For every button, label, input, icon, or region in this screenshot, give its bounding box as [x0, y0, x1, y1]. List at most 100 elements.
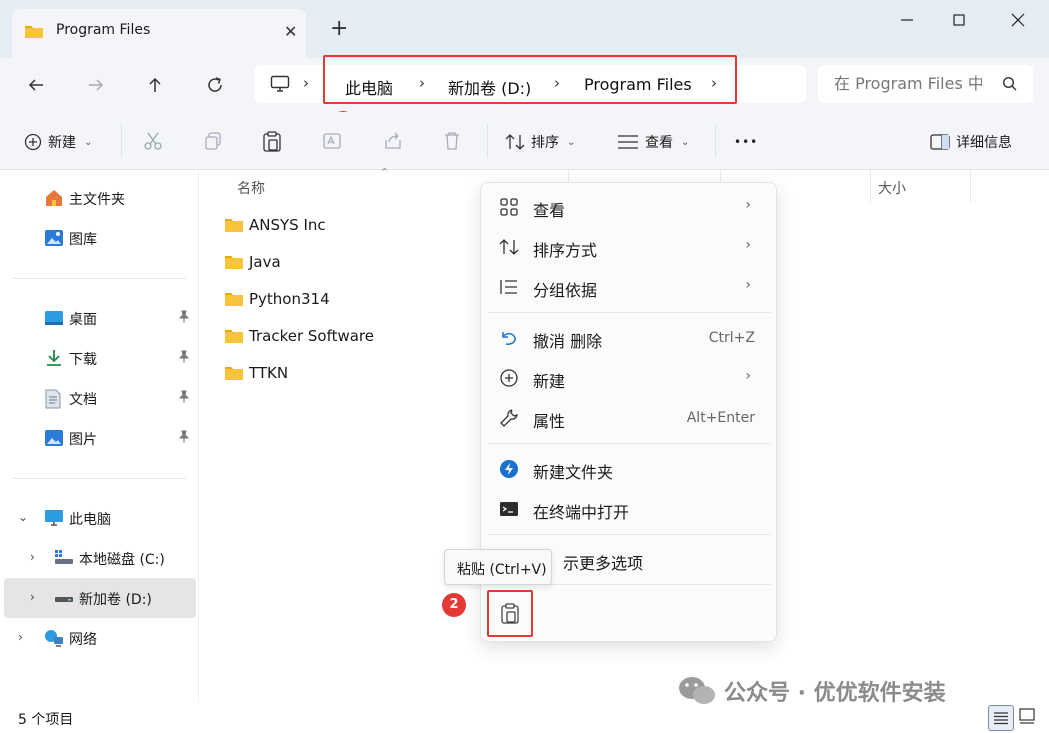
up-button[interactable]	[141, 71, 169, 99]
menu-item-group-by[interactable]: 分组依据 ›	[485, 268, 773, 306]
sidebar-item-label: 图片	[69, 432, 97, 448]
pin-icon[interactable]	[178, 350, 190, 368]
folder-icon	[224, 365, 244, 385]
chevron-right-icon[interactable]: ›	[30, 590, 35, 604]
pin-icon[interactable]	[178, 430, 190, 448]
pin-icon[interactable]	[178, 310, 190, 328]
shortcut-label: Ctrl+Z	[708, 330, 755, 346]
menu-item-new[interactable]: 新建 ›	[485, 359, 773, 397]
terminal-icon	[499, 499, 519, 523]
sidebar-item-network[interactable]: › 网络	[4, 618, 196, 658]
menu-item-label: 查看	[533, 201, 566, 220]
sidebar-item-this-pc[interactable]: ⌄ 此电脑	[4, 498, 196, 538]
sidebar-item-label: 主文件夹	[69, 192, 125, 208]
list-item[interactable]: Tracker Software	[222, 322, 482, 352]
rename-icon[interactable]	[322, 131, 344, 155]
search-input[interactable]	[834, 74, 982, 93]
menu-item-label: 在终端中打开	[533, 503, 630, 522]
menu-item-properties[interactable]: 属性 Alt+Enter	[485, 399, 773, 437]
search-icon[interactable]	[1002, 76, 1018, 96]
chevron-right-icon: ›	[745, 237, 751, 253]
divider	[12, 278, 186, 279]
refresh-button[interactable]	[201, 71, 229, 99]
sidebar-item-drive-d[interactable]: › 新加卷 (D:)	[4, 578, 196, 618]
menu-item-open-terminal[interactable]: 在终端中打开	[485, 490, 773, 528]
pin-icon[interactable]	[178, 390, 190, 408]
divider	[970, 170, 971, 202]
folder-icon	[224, 291, 244, 311]
tiles-view-button[interactable]	[1018, 707, 1036, 729]
close-window-button[interactable]	[998, 8, 1038, 32]
details-pane-button[interactable]: 详细信息	[930, 130, 1012, 154]
sidebar-item-label: 图库	[69, 232, 97, 248]
sort-icon	[499, 237, 519, 261]
menu-item-view[interactable]: 查看 ›	[485, 188, 773, 226]
divider	[715, 124, 716, 158]
sort-button[interactable]: 排序 ⌄	[505, 130, 575, 154]
sidebar-item-documents[interactable]: 文档	[4, 378, 196, 418]
file-name: Python314	[249, 290, 330, 308]
divider	[870, 170, 871, 202]
monitor-icon	[44, 509, 64, 531]
menu-item-label: 排序方式	[533, 241, 598, 260]
view-button[interactable]: 查看 ⌄	[617, 130, 689, 154]
chevron-right-icon[interactable]: ›	[18, 630, 23, 644]
paste-icon[interactable]	[262, 131, 282, 157]
shortcut-label: Alt+Enter	[686, 410, 755, 426]
chevron-right-icon: ›	[745, 197, 751, 213]
paste-button[interactable]	[487, 590, 533, 637]
menu-item-new-folder[interactable]: 新建文件夹	[485, 450, 773, 488]
title-bar: Program Files ✕ +	[0, 0, 1049, 58]
sidebar-item-desktop[interactable]: 桌面	[4, 298, 196, 338]
list-item[interactable]: ANSYS Inc	[222, 211, 482, 241]
chevron-down-icon[interactable]: ⌄	[18, 510, 28, 524]
divider	[487, 534, 771, 535]
tab-title: Program Files	[56, 22, 151, 38]
sidebar-item-gallery[interactable]: 图库	[4, 218, 196, 258]
delete-icon[interactable]	[443, 131, 461, 155]
sidebar-item-label: 本地磁盘 (C:)	[79, 552, 165, 568]
lightning-icon	[499, 459, 519, 483]
new-button[interactable]: 新建 ⌄	[24, 130, 92, 154]
maximize-button[interactable]	[938, 8, 978, 32]
close-tab-icon[interactable]: ✕	[284, 22, 297, 41]
chevron-down-icon: ⌄	[681, 136, 690, 148]
copy-icon[interactable]	[203, 131, 223, 155]
chevron-right-icon[interactable]: ›	[30, 550, 35, 564]
undo-icon	[499, 328, 519, 352]
new-tab-button[interactable]: +	[330, 18, 348, 40]
new-button-label: 新建	[48, 135, 76, 151]
sidebar-item-label: 桌面	[69, 312, 97, 328]
view-button-label: 查看	[645, 135, 673, 151]
grid-icon	[499, 197, 519, 221]
menu-item-undo-delete[interactable]: 撤消 删除 Ctrl+Z	[485, 319, 773, 357]
list-item[interactable]: TTKN	[222, 359, 482, 389]
command-bar: 新建 ⌄ 排序 ⌄ 查看 ⌄ ••• 详细信息	[0, 112, 1049, 170]
item-count: 5 个项目	[18, 712, 74, 728]
tooltip-text: 粘贴 (Ctrl+V)	[457, 562, 547, 578]
list-item[interactable]: Java	[222, 248, 482, 278]
column-header-name[interactable]: 名称	[237, 178, 265, 198]
arrow-up-icon	[149, 77, 161, 92]
list-item[interactable]: Python314	[222, 285, 482, 315]
sidebar-item-pictures[interactable]: 图片	[4, 418, 196, 458]
sidebar-item-downloads[interactable]: 下载	[4, 338, 196, 378]
gallery-icon	[44, 229, 64, 251]
folder-icon	[224, 254, 244, 274]
search-box[interactable]	[818, 65, 1033, 103]
details-pane-icon	[930, 134, 950, 150]
more-options-button[interactable]: •••	[734, 130, 758, 154]
back-button[interactable]	[22, 71, 50, 99]
document-icon	[44, 389, 62, 413]
sidebar-item-home[interactable]: 主文件夹	[4, 178, 196, 218]
share-icon[interactable]	[383, 131, 403, 155]
menu-item-sort-by[interactable]: 排序方式 ›	[485, 228, 773, 266]
cut-icon[interactable]	[143, 131, 163, 155]
tiles-view-icon	[1019, 708, 1035, 724]
minimize-button[interactable]	[886, 8, 926, 32]
tab-program-files[interactable]: Program Files ✕	[12, 9, 306, 58]
column-header-size[interactable]: 大小	[878, 178, 906, 198]
sidebar-item-drive-c[interactable]: › 本地磁盘 (C:)	[4, 538, 196, 578]
details-view-button[interactable]	[988, 705, 1014, 731]
forward-button[interactable]	[82, 71, 110, 99]
